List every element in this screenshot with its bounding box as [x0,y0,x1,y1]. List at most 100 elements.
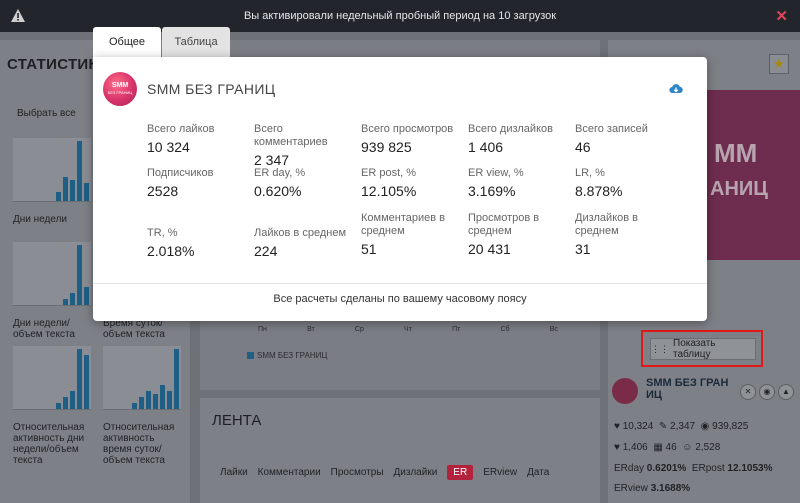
stat-value: 2 347 [254,152,290,168]
stat-value: 3.169% [468,183,516,199]
stat-label: LR, % [575,167,605,179]
stat-item: Просмотров в среднем 20 431 [468,212,573,257]
mini-chart-caption: Дни недели [13,214,68,225]
stat-item: ER post, % 12.105% [361,167,466,199]
chart-day-axis: Пн Вт Ср Чт Пт Сб Вс [258,326,558,333]
tab-general[interactable]: Общее [93,27,161,57]
show-table-button[interactable]: ⋮⋮ Показать таблицу [650,338,756,360]
feed-tab[interactable]: ERview [483,467,517,478]
modal-title: SMM БЕЗ ГРАНИЦ [147,81,276,97]
day-label: Вт [307,326,315,333]
mini-chart-bar [56,403,61,409]
stat-item: Всего комментариев 2 347 [254,123,359,168]
feed-tab[interactable]: Просмотры [331,467,384,478]
stat-value: 2528 [147,183,179,199]
cloud-download-icon[interactable] [669,82,683,96]
stat-label: Просмотров в среднем [468,212,540,237]
modal-divider [93,283,707,284]
warning-icon [11,9,25,22]
mini-chart-bar [70,293,75,305]
views-count: 939,825 [712,421,749,432]
legend-label: SMM БЕЗ ГРАНИЦ [257,351,328,360]
feed-tab[interactable]: Дизлайки [394,467,438,478]
stat-label: ER view, % [468,167,524,179]
erday-value: 0.6201% [646,463,687,474]
logo-text: SMM [111,82,129,89]
grid-icon: ⋮⋮ [651,343,669,354]
day-label: Пн [258,326,267,333]
stat-item: Всего дизлайков 1 406 [468,123,573,155]
mini-chart-caption: Время суток/ объем текста [103,318,165,340]
dislikes-count: 1,406 [622,442,648,453]
tab-table[interactable]: Таблица [162,27,230,57]
trial-banner-text: Вы активировали недельный пробный период… [243,10,557,22]
stat-value: 46 [575,139,591,155]
select-all-link[interactable]: Выбрать все [17,108,76,119]
mini-chart-bar [70,180,75,201]
mini-chart-card[interactable] [13,346,91,410]
banner-text-line: МM [714,138,758,168]
stat-label: Всего комментариев [254,123,328,148]
users-icon: ☺ [682,442,693,453]
erview-label: ERview [614,483,648,494]
legend-swatch [247,352,254,359]
mini-chart-card[interactable] [13,138,91,202]
star-icon[interactable]: ★ [769,54,789,74]
stat-value: 1 406 [468,139,504,155]
feed-tab[interactable]: Дата [527,467,549,478]
stat-value: 12.105% [361,183,417,199]
mini-chart-bar [160,385,165,409]
stat-label: TR, % [147,227,178,239]
logo-subtext: БЕЗ ГРАНИЦ [107,90,133,95]
mini-chart-bar [63,397,68,409]
erview-value: 3.1688% [650,483,691,494]
stat-item: Всего записей 46 [575,123,680,155]
arrow-up-icon[interactable]: ▲ [778,384,794,400]
stat-value: 31 [575,241,591,257]
subscribers-count: 2,528 [695,442,721,453]
stat-label: Всего дизлайков [468,123,553,135]
account-banner-image: МM АНИЦ [706,90,800,260]
stat-label: Дизлайков в среднем [575,212,638,237]
account-logo: SMM БЕЗ ГРАНИЦ [103,72,137,106]
comments-count: 2,347 [670,421,696,432]
mini-chart-bar [70,391,75,409]
stats-modal: SMM БЕЗ ГРАНИЦ SMM БЕЗ ГРАНИЦ Всего лайко… [93,57,707,321]
modal-tabs: Общее Таблица [93,27,230,57]
account-stats-row-1: ♥ 10,324 ✎ 2,347 ◉ 939,825 [614,421,748,432]
stat-item: Всего лайков 10 324 [147,123,252,155]
heart-icon: ♥ [614,421,620,432]
feed-tab[interactable]: ER [447,465,474,480]
stat-label: Всего лайков [147,123,215,135]
remove-icon[interactable]: ✕ [740,384,756,400]
mini-chart-bar [77,141,82,201]
stat-value: 224 [254,243,278,259]
account-erview-row: ERview 3.1688% [614,483,690,494]
account-name[interactable]: SMM БЕЗ ГРАН ИЦ [646,377,732,401]
stat-value: 2.018% [147,243,195,259]
stat-label: ER post, % [361,167,417,179]
mini-chart-card[interactable] [103,346,181,410]
stat-label: ER day, % [254,167,306,179]
feed-title: ЛЕНТА [212,412,262,429]
stat-value: 8.878% [575,183,623,199]
stat-label: Всего записей [575,123,648,135]
pencil-icon: ✎ [658,421,668,432]
erday-label: ERday [614,463,645,474]
mini-chart-bar [167,391,172,409]
mini-chart-card[interactable] [13,242,91,306]
eye-icon[interactable]: ◉ [759,384,775,400]
posts-count: 46 [665,442,677,453]
mini-chart-bar [139,397,144,409]
feed-tab[interactable]: Лайки [220,467,248,478]
feed-tab[interactable]: Комментарии [258,467,321,478]
timezone-note: Все расчеты сделаны по вашему часовому п… [273,293,527,305]
mini-chart-bar [63,177,68,201]
show-table-label: Показать таблицу [673,338,716,360]
stat-label: Комментариев в среднем [361,212,445,237]
erpost-value: 12.1053% [727,463,773,474]
eye-icon: ◉ [700,421,710,432]
stat-item: Дизлайков в среднем 31 [575,212,680,257]
close-icon[interactable]: ✕ [775,7,788,25]
mini-chart-bar [84,355,89,409]
